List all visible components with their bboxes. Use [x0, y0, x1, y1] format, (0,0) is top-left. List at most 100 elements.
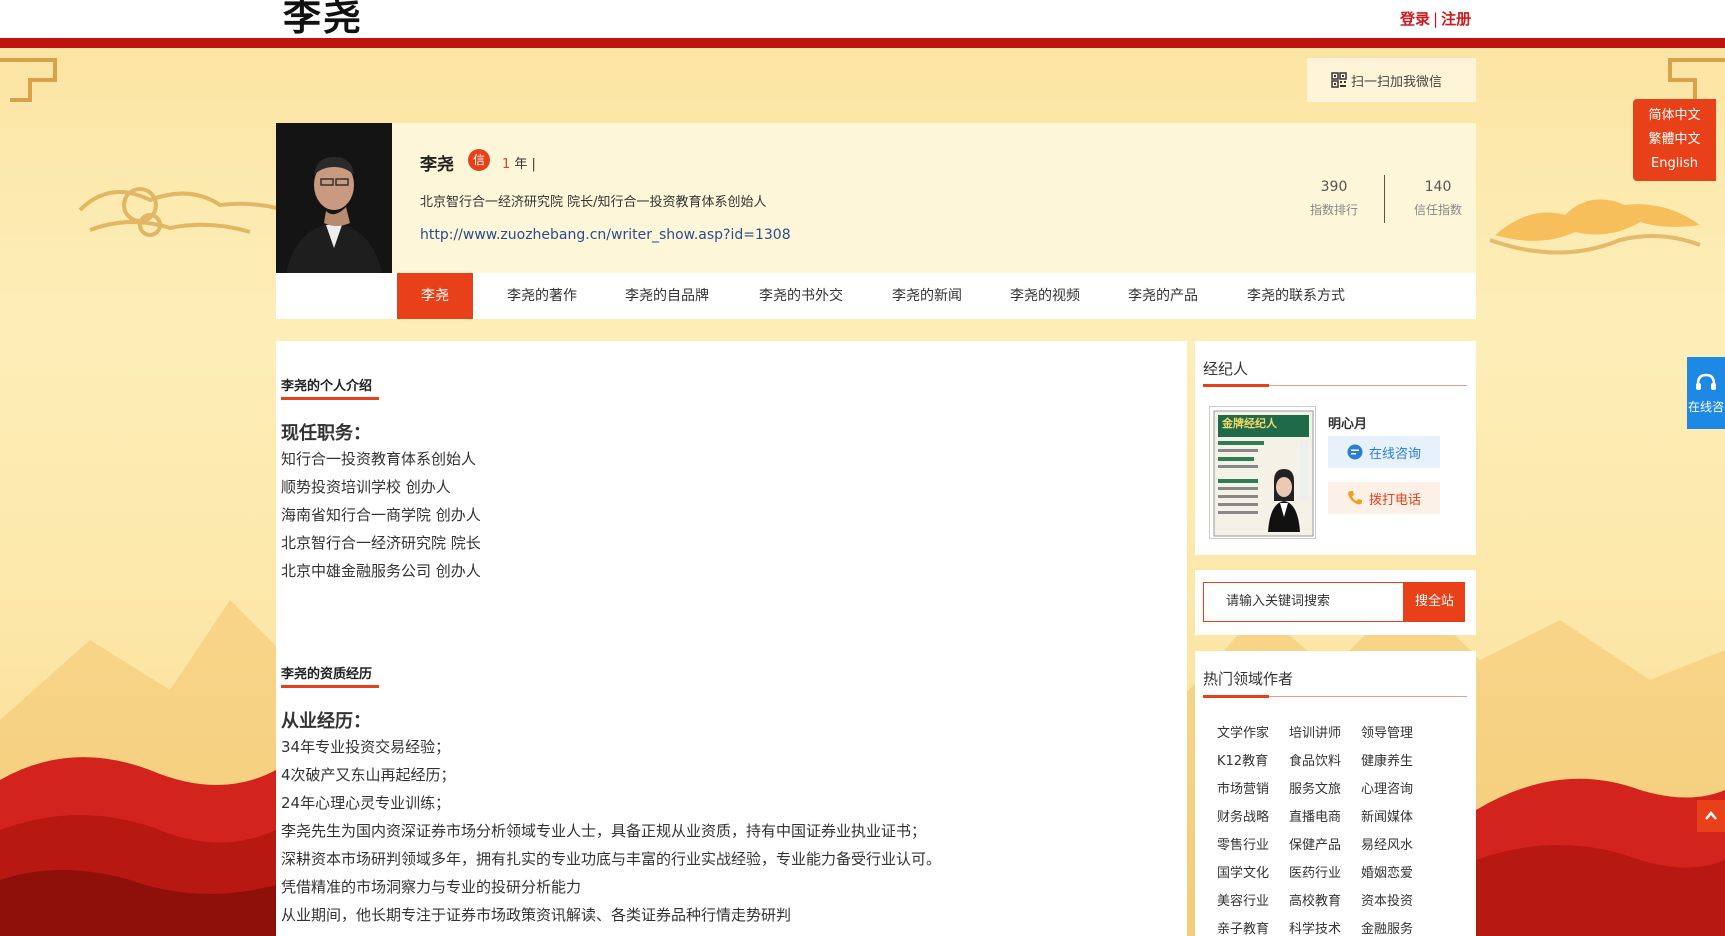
- book-title: 金牌经纪人: [1222, 417, 1277, 430]
- intro-line: 北京中雄金融服务公司 创办人: [281, 562, 481, 580]
- tab-self-brand[interactable]: 李尧的自品牌: [607, 273, 727, 319]
- hot-tag[interactable]: 资本投资: [1361, 890, 1413, 909]
- hot-tag[interactable]: 市场营销: [1217, 778, 1269, 797]
- chat-bubble-icon: [1347, 444, 1363, 460]
- header-red-bar: [0, 38, 1725, 48]
- profile-description: 北京智行合一经济研究院 院长/知行合一投资教育体系创始人: [420, 195, 767, 210]
- stat-value: 390: [1320, 179, 1348, 195]
- tab-home[interactable]: 李尧: [397, 273, 473, 319]
- qualification-title-underline: [281, 685, 379, 688]
- lang-english[interactable]: English: [1651, 154, 1698, 174]
- qualification-line: 34年专业投资交易经验；: [281, 738, 451, 756]
- qualification-line: 李尧先生为国内资深证券市场分析领域专业人士，具备正规从业资质，持有中国证券业执业…: [281, 822, 927, 840]
- tab-videos[interactable]: 李尧的视频: [990, 273, 1100, 319]
- hot-authors-panel: 热门领域作者 文学作家 培训讲师 领导管理 K12教育 食品饮料 健康养生 市场营销 服务文旅…: [1195, 651, 1476, 936]
- hot-tag[interactable]: 科学技术: [1289, 918, 1341, 936]
- hot-tag[interactable]: 财务战略: [1217, 806, 1269, 825]
- hot-tag[interactable]: 健康养生: [1361, 750, 1413, 769]
- qualification-line: 4次破产又东山再起经历；: [281, 766, 456, 784]
- panel-title-underline: [1203, 695, 1269, 698]
- call-phone-label: 拨打电话: [1368, 492, 1421, 508]
- online-consult-button[interactable]: 在线咨询: [1328, 436, 1440, 468]
- login-link[interactable]: 登录: [1400, 10, 1430, 28]
- profile-card: 李尧 信 1 年 | 北京智行合一经济研究院 院长/知行合一投资教育体系创始人 …: [276, 123, 1476, 273]
- lang-traditional[interactable]: 繁體中文: [1648, 130, 1700, 150]
- hot-tag[interactable]: 美容行业: [1217, 890, 1269, 909]
- years-suffix: 年 |: [514, 157, 536, 172]
- panel-title-underline: [1203, 384, 1269, 387]
- intro-subtitle: 现任职务：: [281, 423, 371, 444]
- tab-book-diplomacy[interactable]: 李尧的书外交: [739, 273, 863, 319]
- stat-value: 140: [1424, 179, 1452, 195]
- profile-name: 李尧: [420, 155, 454, 175]
- intro-line: 顺势投资培训学校 创办人: [281, 478, 451, 496]
- hot-tag[interactable]: 国学文化: [1217, 862, 1269, 881]
- years-number: 1: [502, 157, 511, 172]
- search-panel: 请输入关键词搜索 搜全站: [1195, 570, 1476, 635]
- search-input[interactable]: 请输入关键词搜索: [1203, 582, 1404, 622]
- author-photo: [276, 123, 392, 273]
- trust-badge: 信: [468, 149, 490, 171]
- agent-name: 明心月: [1328, 417, 1368, 432]
- intro-line: 北京智行合一经济研究院 院长: [281, 534, 481, 552]
- hot-tag[interactable]: K12教育: [1217, 750, 1268, 769]
- stat-divider: [1384, 175, 1385, 223]
- stat-label: 信任指数: [1413, 203, 1462, 217]
- author-avatar: [276, 123, 392, 273]
- main-content: 李尧的个人介绍 现任职务： 知行合一投资教育体系创始人 顺势投资培训学校 创办人…: [276, 341, 1187, 936]
- chevron-up-icon: [1705, 811, 1717, 820]
- hot-tag[interactable]: 食品饮料: [1289, 750, 1341, 769]
- qualification-line: 从业期间，他长期专注于证券市场政策资讯解读、各类证券品种行情走势研判: [281, 906, 792, 924]
- agent-panel-title: 经纪人: [1203, 360, 1249, 378]
- intro-title-underline: [281, 397, 379, 400]
- hot-tag[interactable]: 医药行业: [1289, 862, 1341, 881]
- intro-line: 海南省知行合一商学院 创办人: [281, 506, 481, 524]
- top-header: 李尧 登录 | 注册: [0, 0, 1725, 48]
- hot-tag[interactable]: 文学作家: [1217, 722, 1269, 741]
- site-logo[interactable]: 李尧: [283, 0, 363, 38]
- qrcode-icon: [1331, 72, 1347, 88]
- hot-tag[interactable]: 保健产品: [1289, 834, 1341, 853]
- agent-panel: 经纪人 金牌经纪人 明心月 在线咨询 拨打电话: [1195, 341, 1476, 555]
- tab-news[interactable]: 李尧的新闻: [872, 273, 982, 319]
- hot-tag[interactable]: 零售行业: [1217, 834, 1269, 853]
- language-switcher: 简体中文 繁體中文 English: [1633, 99, 1716, 181]
- side-online-consult[interactable]: 在线咨: [1687, 357, 1725, 429]
- qualification-section-title: 李尧的资质经历: [281, 667, 373, 682]
- profile-url-link[interactable]: http://www.zuozhebang.cn/writer_show.asp…: [420, 227, 791, 243]
- wechat-scan-button[interactable]: 扫一扫加我微信: [1307, 58, 1476, 102]
- call-phone-button[interactable]: 拨打电话: [1328, 482, 1440, 514]
- wechat-label: 扫一扫加我微信: [1351, 74, 1443, 90]
- hot-tag[interactable]: 婚姻恋爱: [1361, 862, 1413, 881]
- qualification-line: 24年心理心灵专业训练；: [281, 794, 451, 812]
- hot-tag[interactable]: 易经风水: [1361, 834, 1413, 853]
- hot-tag[interactable]: 新闻媒体: [1361, 806, 1413, 825]
- register-link[interactable]: 注册: [1441, 10, 1471, 28]
- stat-index-rank: 390 指数排行: [1294, 179, 1374, 218]
- hot-tag[interactable]: 心理咨询: [1361, 778, 1413, 797]
- search-site-button[interactable]: 搜全站: [1404, 582, 1465, 622]
- stat-trust-index: 140 信任指数: [1398, 179, 1478, 218]
- hot-tag[interactable]: 金融服务: [1361, 918, 1413, 936]
- phone-icon: [1347, 491, 1362, 505]
- hot-tag[interactable]: 领导管理: [1361, 722, 1413, 741]
- back-to-top-button[interactable]: [1697, 800, 1725, 832]
- intro-section-title: 李尧的个人介绍: [281, 379, 373, 394]
- profile-years: 1 年 |: [502, 153, 536, 172]
- hot-tag[interactable]: 培训讲师: [1289, 722, 1341, 741]
- tab-works[interactable]: 李尧的著作: [488, 273, 596, 319]
- hot-tag[interactable]: 亲子教育: [1217, 918, 1269, 936]
- auth-separator: |: [1433, 10, 1439, 28]
- hot-tag[interactable]: 服务文旅: [1289, 778, 1341, 797]
- intro-line: 知行合一投资教育体系创始人: [281, 450, 477, 468]
- tab-products[interactable]: 李尧的产品: [1108, 273, 1218, 319]
- profile-nav-tabs: 李尧 李尧的著作 李尧的自品牌 李尧的书外交 李尧的新闻 李尧的视频 李尧的产品…: [276, 273, 1476, 319]
- hot-tag[interactable]: 直播电商: [1289, 806, 1341, 825]
- auth-links: 登录 | 注册: [1400, 8, 1471, 29]
- lang-simplified[interactable]: 简体中文: [1648, 106, 1700, 126]
- tab-contact[interactable]: 李尧的联系方式: [1226, 273, 1366, 319]
- hot-tag[interactable]: 高校教育: [1289, 890, 1341, 909]
- qualification-subtitle: 从业经历：: [281, 711, 371, 732]
- online-consult-label: 在线咨询: [1368, 446, 1421, 462]
- agent-book-cover[interactable]: 金牌经纪人: [1209, 406, 1316, 539]
